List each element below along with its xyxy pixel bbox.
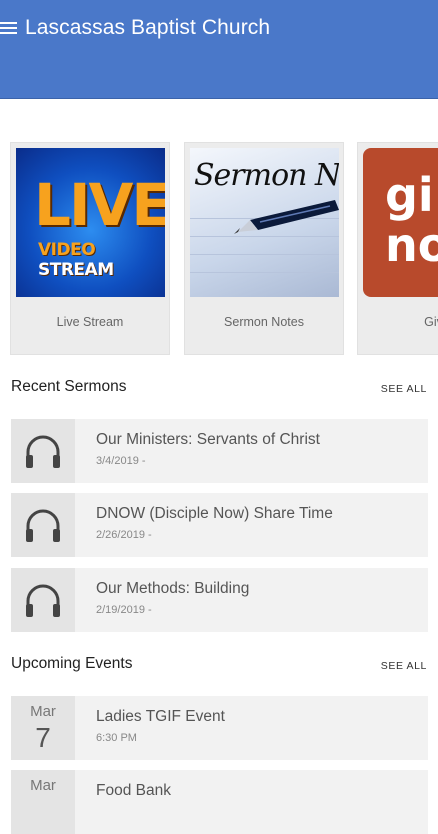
event-title: Food Bank (96, 782, 171, 799)
event-time: 6:30 PM (96, 732, 137, 744)
see-all-sermons-link[interactable]: SEE ALL (381, 383, 427, 395)
app-header: Lascassas Baptist Church (0, 0, 438, 99)
upcoming-events-heading: Upcoming Events (11, 655, 133, 672)
card-live-stream[interactable]: LIVE VIDEO STREAM Live Stream (10, 142, 170, 355)
sermon-row[interactable]: DNOW (Disciple Now) Share Time 2/26/2019… (11, 493, 428, 557)
card-sermon-notes[interactable]: Sermon Notes Sermon Notes (184, 142, 344, 355)
app-title: Lascassas Baptist Church (25, 16, 271, 39)
hamburger-menu-icon[interactable] (0, 21, 18, 37)
headphones-icon (26, 509, 60, 542)
sermon-icon-box (11, 568, 75, 632)
card-label: Live Stream (56, 315, 124, 329)
card-label: Give (424, 315, 438, 329)
sermon-title: Our Methods: Building (96, 580, 250, 597)
featured-cards-carousel[interactable]: LIVE VIDEO STREAM Live Stream Sermon Not… (0, 142, 438, 356)
sermon-date: 2/19/2019 - (96, 604, 152, 616)
card-label: Sermon Notes (224, 315, 304, 329)
sermon-icon-box (11, 493, 75, 557)
sermon-row[interactable]: Our Methods: Building 2/19/2019 - (11, 568, 428, 632)
give-image-text: gi no (385, 168, 438, 272)
live-stream-image: LIVE VIDEO STREAM (16, 148, 165, 297)
sermon-title: Our Ministers: Servants of Christ (96, 431, 320, 448)
sermon-notes-image: Sermon Notes (190, 148, 339, 297)
recent-sermons-heading: Recent Sermons (11, 378, 127, 395)
see-all-events-link[interactable]: SEE ALL (381, 660, 427, 672)
give-image: gi no (363, 148, 438, 297)
sermon-title: DNOW (Disciple Now) Share Time (96, 505, 333, 522)
sermon-row[interactable]: Our Ministers: Servants of Christ 3/4/20… (11, 419, 428, 483)
event-row[interactable]: Mar 7 Ladies TGIF Event 6:30 PM (11, 696, 428, 760)
event-row[interactable]: Mar Food Bank (11, 770, 428, 834)
event-day: 7 (35, 722, 51, 753)
sermon-date: 3/4/2019 - (96, 455, 146, 467)
event-date-box: Mar 7 (11, 696, 75, 760)
sermon-icon-box (11, 419, 75, 483)
video-stream-image-text: VIDEO STREAM (38, 240, 114, 280)
headphones-icon (26, 584, 60, 617)
event-month: Mar (30, 703, 56, 720)
event-title: Ladies TGIF Event (96, 708, 225, 725)
event-date-box: Mar (11, 770, 75, 834)
card-give[interactable]: gino Give (357, 142, 438, 355)
sermon-notes-image-text: Sermon Notes (194, 158, 339, 193)
event-month: Mar (30, 777, 56, 794)
live-image-text: LIVE (34, 171, 165, 239)
sermon-date: 2/26/2019 - (96, 529, 152, 541)
headphones-icon (26, 435, 60, 468)
